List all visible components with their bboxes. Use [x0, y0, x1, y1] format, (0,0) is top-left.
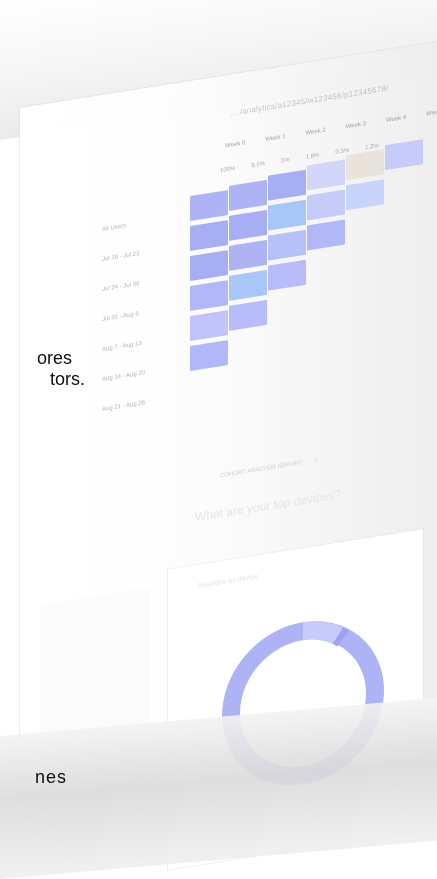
heatmap-cell: [229, 269, 267, 301]
week-label-5: Week 5: [426, 108, 437, 118]
heatmap-cell: [346, 179, 384, 211]
donut-small-segment: [332, 627, 349, 647]
device-card-subtitle: Sessions by device: [198, 573, 258, 590]
metric-1: 8.5%: [251, 161, 266, 170]
heatmap-cell: [190, 220, 228, 252]
laptop-screen: ... /analytics/a12345/w123456/p12345678/…: [20, 39, 437, 875]
heatmap-cell: [268, 199, 306, 231]
heatmap-cell: [190, 310, 228, 342]
laptop-analytics-scene: ... /analytics/a12345/w123456/p12345678/…: [0, 0, 437, 879]
heatmap-cell: [268, 169, 306, 201]
heatmap-cell: [229, 179, 267, 211]
heatmap-cell: [268, 259, 306, 291]
cohort-heatmap: [190, 139, 423, 396]
donut-highlight-segment: [302, 621, 343, 645]
metric-0: 100%: [220, 165, 236, 175]
heatmap-cell: [190, 250, 228, 282]
metric-2: 5%: [281, 157, 290, 165]
overlay-text-fragment-3: nes: [35, 767, 68, 787]
heatmap-cell: [307, 189, 345, 221]
heatmap-cell: [229, 239, 267, 271]
heatmap-cell: [229, 299, 267, 331]
heatmap-cell: [346, 149, 384, 181]
overlay-text-fragment-1: ores: [37, 348, 73, 368]
chevron-right-icon: ›: [314, 453, 318, 465]
heatmap-cell: [268, 229, 306, 261]
heatmap-cell: [307, 159, 345, 191]
overlay-text-fragment-2: tors.: [50, 369, 86, 389]
heatmap-cell: [229, 209, 267, 241]
cohort-label-list: All Users Jul 18 - Jul 23 Jul 24 - Jul 3…: [102, 202, 182, 413]
heatmap-cell: [190, 340, 228, 372]
heatmap-cell: [307, 219, 345, 251]
heatmap-cell: [190, 190, 228, 222]
heatmap-cell: [190, 280, 228, 312]
